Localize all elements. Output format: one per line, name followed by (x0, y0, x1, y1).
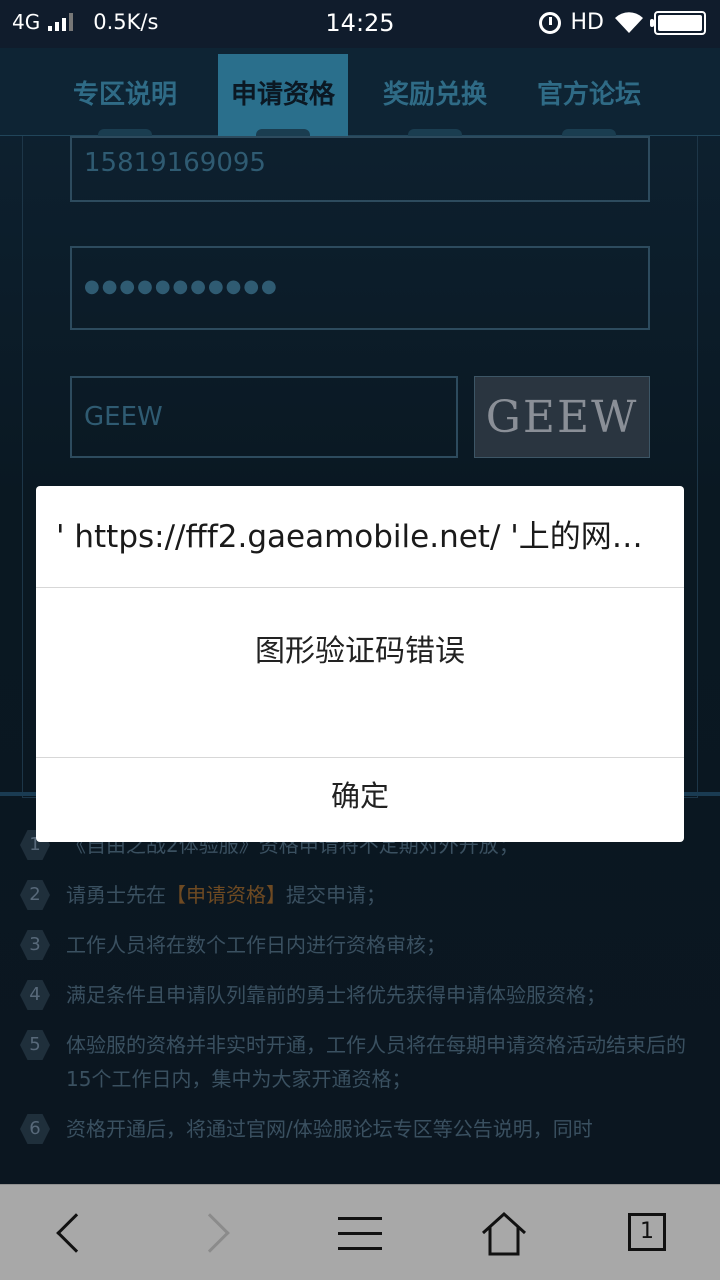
rule-item: 2 请勇士先在【申请资格】提交申请； (20, 878, 700, 912)
chevron-right-icon (190, 1213, 230, 1253)
password-field[interactable]: ●●●●●●●●●●● (70, 246, 650, 330)
rule-item: 4 满足条件且申请队列靠前的勇士将优先获得申请体验服资格； (20, 978, 700, 1012)
rule-number: 6 (20, 1114, 50, 1144)
rule-text: 工作人员将在数个工作日内进行资格审核； (66, 933, 446, 957)
home-icon (480, 1211, 528, 1257)
rule-item: 3 工作人员将在数个工作日内进行资格审核； (20, 928, 700, 962)
tab-apply-qualification[interactable]: 申请资格 (218, 54, 348, 137)
rule-text: 体验服的资格并非实时开通，工作人员将在每期申请资格活动结束后的15个工作日内，集… (66, 1033, 686, 1091)
rules-list: 1 《自由之战2体验服》资格申请将不定期对外开放； 2 请勇士先在【申请资格】提… (20, 828, 700, 1162)
captcha-image[interactable]: GEEW (474, 376, 650, 458)
tab-reward-exchange[interactable]: 奖励兑换 (370, 54, 500, 137)
rule-text-after: 提交申请； (286, 883, 386, 907)
rule-item: 6 资格开通后，将通过官网/体验服论坛专区等公告说明，同时 (20, 1112, 700, 1146)
status-right: HD (538, 10, 706, 35)
forward-button[interactable] (166, 1185, 266, 1280)
rule-item: 5 体验服的资格并非实时开通，工作人员将在每期申请资格活动结束后的15个工作日内… (20, 1028, 700, 1096)
menu-icon (338, 1217, 382, 1262)
dialog-message: 图形验证码错误 (36, 588, 684, 758)
wifi-icon (615, 11, 643, 33)
tabs-button[interactable]: 1 (598, 1185, 698, 1280)
rule-text: 满足条件且申请队列靠前的勇士将优先获得申请体验服资格； (66, 983, 606, 1007)
rule-number: 4 (20, 980, 50, 1010)
captcha-field[interactable]: GEEW (70, 376, 458, 458)
rule-number: 2 (20, 880, 50, 910)
rule-number: 3 (20, 930, 50, 960)
dialog-title: ' https://fff2.gaeamobile.net/ '上的网页显示： (36, 486, 684, 588)
tab-official-forum[interactable]: 官方论坛 (524, 54, 654, 137)
alert-dialog: ' https://fff2.gaeamobile.net/ '上的网页显示： … (36, 486, 684, 842)
apply-qualification-link[interactable]: 【申请资格】 (166, 883, 286, 907)
menu-button[interactable] (310, 1185, 410, 1280)
tab-count: 1 (628, 1213, 666, 1251)
browser-toolbar: 1 (0, 1184, 720, 1280)
alarm-icon (538, 11, 561, 34)
tab-bar: 专区说明 申请资格 奖励兑换 官方论坛 (0, 48, 720, 137)
status-bar: 4G 0.5K/s 14:25 HD (0, 0, 720, 48)
phone-field[interactable]: 15819169095 (70, 136, 650, 202)
tab-zone-description[interactable]: 专区说明 (60, 54, 190, 137)
back-button[interactable] (22, 1185, 122, 1280)
hd-indicator: HD (570, 10, 604, 35)
rule-text-before: 请勇士先在 (66, 883, 166, 907)
chevron-left-icon (56, 1213, 96, 1253)
battery-icon (650, 10, 706, 35)
rule-number: 5 (20, 1030, 50, 1060)
rule-text: 资格开通后，将通过官网/体验服论坛专区等公告说明，同时 (66, 1117, 593, 1141)
ok-button[interactable]: 确定 (36, 758, 684, 842)
home-button[interactable] (454, 1185, 554, 1280)
